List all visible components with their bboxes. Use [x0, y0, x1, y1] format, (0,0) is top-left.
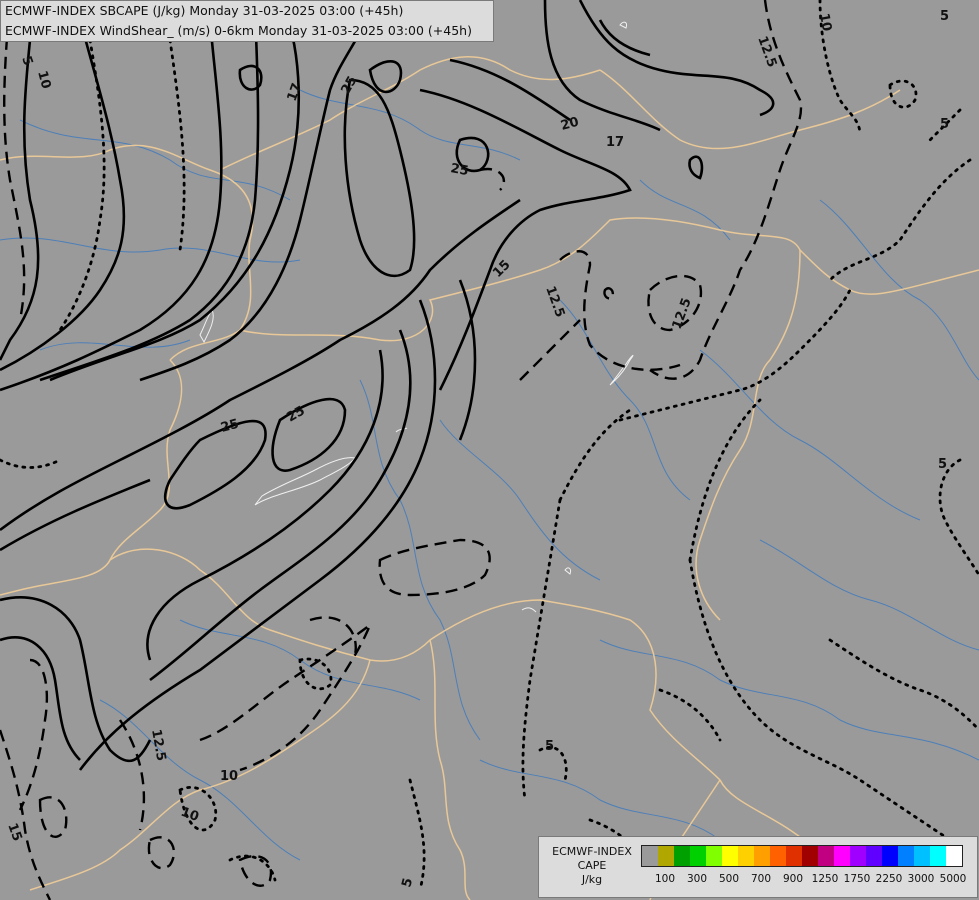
- contour-label: 25: [449, 161, 469, 179]
- legend-unit: J/kg: [581, 873, 603, 886]
- title-line-windshear: ECMWF-INDEX WindShear_ (m/s) 0-6km Monda…: [5, 23, 472, 38]
- legend-swatch: [722, 846, 738, 866]
- legend-swatch: [882, 846, 898, 866]
- legend-tick-labels: 100 300 500 700 900 1250 1750 2250 3000 5000: [641, 873, 979, 887]
- contour-label: 10: [220, 769, 238, 784]
- legend-swatch: [930, 846, 946, 866]
- legend-swatch: [818, 846, 834, 866]
- legend-tick-label: 3000: [907, 873, 935, 885]
- legend-swatch: [738, 846, 754, 866]
- legend-tick-label: 900: [782, 873, 804, 885]
- legend-swatch: [786, 846, 802, 866]
- contour-label: 5: [940, 117, 949, 132]
- legend-tick-label: 700: [750, 873, 772, 885]
- legend-swatch: [706, 846, 722, 866]
- legend-swatch: [642, 846, 658, 866]
- legend-swatch: [770, 846, 786, 866]
- contour-label: 5: [940, 9, 949, 24]
- legend-title-line1: ECMWF-INDEX: [552, 845, 632, 858]
- legend-tick-label: 1750: [843, 873, 871, 885]
- legend-swatch: [834, 846, 850, 866]
- legend-swatch: [802, 846, 818, 866]
- legend-title: ECMWF-INDEX CAPE J/kg: [543, 845, 641, 887]
- contour-label: 5: [938, 457, 947, 472]
- legend-swatch: [658, 846, 674, 866]
- legend-swatch: [946, 846, 962, 866]
- legend-swatch: [674, 846, 690, 866]
- legend-tick-label: 300: [686, 873, 708, 885]
- contour-label: 5: [545, 739, 554, 754]
- legend-swatch: [690, 846, 706, 866]
- legend-swatch: [866, 846, 882, 866]
- legend-tick-label: 5000: [939, 873, 967, 885]
- legend-swatch: [754, 846, 770, 866]
- legend-swatch: [850, 846, 866, 866]
- contour-label: 10: [816, 12, 834, 32]
- legend-swatch: [914, 846, 930, 866]
- title-line-cape: ECMWF-INDEX SBCAPE (J/kg) Monday 31-03-2…: [5, 3, 404, 18]
- legend-title-line2: CAPE: [577, 859, 607, 872]
- legend-swatch: [898, 846, 914, 866]
- legend-tick-label: 2250: [875, 873, 903, 885]
- map-title-box: ECMWF-INDEX SBCAPE (J/kg) Monday 31-03-2…: [0, 0, 494, 42]
- legend-tick-label: 100: [654, 873, 676, 885]
- cape-legend: ECMWF-INDEX CAPE J/kg 100 300 500 700 900 125…: [538, 836, 978, 898]
- legend-tick-label: 1250: [811, 873, 839, 885]
- legend-tick-label: 500: [718, 873, 740, 885]
- weather-map: 5 10 17 25 12.5 10 5 25 20 17 15 12.5 12…: [0, 0, 979, 900]
- legend-color-scale: [641, 845, 963, 867]
- contour-label: 17: [606, 135, 624, 150]
